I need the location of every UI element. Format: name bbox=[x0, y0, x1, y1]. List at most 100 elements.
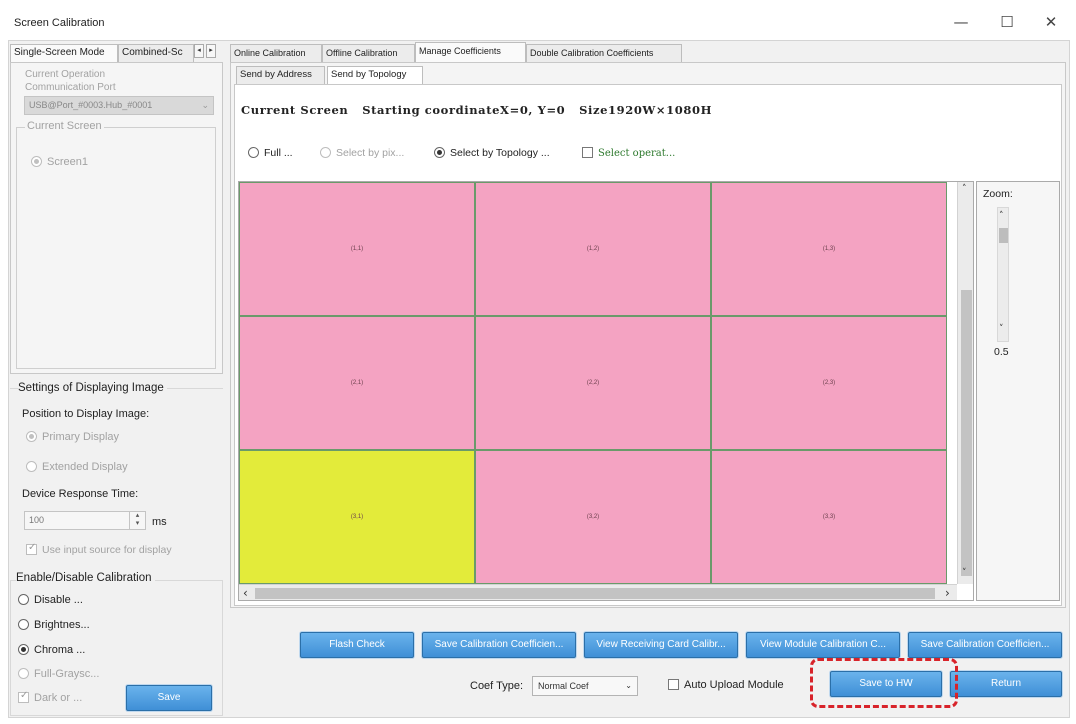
topology-cell[interactable]: (1,2) bbox=[475, 182, 711, 316]
save-button[interactable]: Save bbox=[126, 685, 212, 711]
spinner-arrows-icon[interactable]: ▴ ▾ bbox=[129, 512, 145, 529]
response-time-label: Device Response Time: bbox=[22, 488, 139, 500]
extended-display-radio[interactable] bbox=[26, 461, 37, 472]
tab-double-calibration-coefficients[interactable]: Double Calibration Coefficients bbox=[526, 44, 682, 62]
chevron-down-icon: ⌄ bbox=[625, 681, 632, 690]
select-by-topology-radio[interactable] bbox=[434, 147, 445, 158]
disable-radio[interactable] bbox=[18, 594, 29, 605]
scroll-up-icon[interactable]: ˄ bbox=[962, 184, 967, 194]
topology-cell-label: (1,3) bbox=[822, 246, 836, 252]
primary-display-option[interactable]: Primary Display bbox=[26, 431, 119, 443]
save-calibration-coefficients-2-button[interactable]: Save Calibration Coefficien... bbox=[908, 632, 1062, 658]
dark-or-option[interactable]: Dark or ... bbox=[18, 690, 82, 704]
chroma-radio[interactable] bbox=[18, 644, 29, 655]
select-by-pixel-label: Select by pix... bbox=[336, 147, 405, 159]
view-module-calibration-button[interactable]: View Module Calibration C... bbox=[746, 632, 900, 658]
current-screen-info: Current Screen Starting coordinateX=0, Y… bbox=[241, 103, 713, 117]
disable-option[interactable]: Disable ... bbox=[18, 594, 83, 606]
full-grayscale-label: Full-Graysc... bbox=[34, 668, 100, 680]
tab-offline-calibration[interactable]: Offline Calibration bbox=[322, 44, 415, 62]
select-operation-label: Select operat... bbox=[598, 148, 676, 159]
select-by-topology-option[interactable]: Select by Topology ... bbox=[434, 147, 550, 159]
topology-cell[interactable]: (3,3) bbox=[711, 450, 947, 584]
select-operation-checkbox[interactable] bbox=[582, 147, 593, 158]
primary-display-radio[interactable] bbox=[26, 431, 37, 442]
brightness-option[interactable]: Brightnes... bbox=[18, 619, 90, 631]
topology-cell-label: (3,2) bbox=[586, 514, 600, 520]
vertical-scrollbar[interactable]: ˄ ˅ bbox=[957, 182, 973, 584]
auto-upload-option[interactable]: Auto Upload Module bbox=[668, 679, 784, 691]
select-by-pixel-option[interactable]: Select by pix... bbox=[320, 147, 404, 159]
topology-cell[interactable]: (2,2) bbox=[475, 316, 711, 450]
screen1-option[interactable]: Screen1 bbox=[31, 156, 88, 168]
tab-single-screen-mode[interactable]: Single-Screen Mode bbox=[10, 44, 118, 62]
screen1-radio[interactable] bbox=[31, 156, 42, 167]
topology-cell[interactable]: (2,1) bbox=[239, 316, 475, 450]
select-by-pixel-radio[interactable] bbox=[320, 147, 331, 158]
minimize-icon[interactable]: — bbox=[946, 10, 976, 34]
topology-cell[interactable]: (3,1) bbox=[239, 450, 475, 584]
topology-cell-label: (1,2) bbox=[586, 246, 600, 252]
response-time-value: 100 bbox=[29, 515, 45, 525]
maximize-icon[interactable]: ☐ bbox=[992, 10, 1022, 34]
position-label: Position to Display Image: bbox=[22, 408, 150, 420]
topology-cell[interactable]: (3,2) bbox=[475, 450, 711, 584]
horizontal-scrollbar[interactable]: ‹ › bbox=[239, 584, 957, 600]
auto-upload-label: Auto Upload Module bbox=[684, 679, 784, 691]
zoom-slider-thumb[interactable] bbox=[999, 228, 1008, 243]
auto-upload-checkbox[interactable] bbox=[668, 679, 679, 690]
tab-scroll-left-icon[interactable]: ◂ bbox=[194, 44, 204, 58]
chevron-down-icon: ⌄ bbox=[201, 100, 209, 110]
flash-check-button[interactable]: Flash Check bbox=[300, 632, 414, 658]
brightness-radio[interactable] bbox=[18, 619, 29, 630]
tab-send-by-topology[interactable]: Send by Topology bbox=[327, 66, 423, 84]
current-operation-label: Current Operation bbox=[25, 69, 106, 80]
highlight-box bbox=[810, 658, 958, 708]
primary-display-label: Primary Display bbox=[42, 431, 120, 443]
coef-type-select[interactable]: Normal Coef ⌄ bbox=[532, 676, 638, 696]
full-grayscale-radio[interactable] bbox=[18, 668, 29, 679]
save-calibration-coefficients-button[interactable]: Save Calibration Coefficien... bbox=[422, 632, 576, 658]
use-input-source-checkbox[interactable] bbox=[26, 542, 37, 555]
zoom-panel: Zoom: ˄ ˅ 0.5 bbox=[976, 181, 1060, 601]
return-button[interactable]: Return bbox=[950, 671, 1062, 697]
topology-cell[interactable]: (1,1) bbox=[239, 182, 475, 316]
full-grayscale-option[interactable]: Full-Graysc... bbox=[18, 668, 99, 680]
response-time-spinner[interactable]: 100 ▴ ▾ bbox=[24, 511, 146, 530]
topology-cell[interactable]: (2,3) bbox=[711, 316, 947, 450]
scroll-left-icon[interactable]: ‹ bbox=[243, 586, 248, 600]
use-input-source-option[interactable]: Use input source for display bbox=[26, 542, 172, 556]
tab-combined-screen[interactable]: Combined-Sc bbox=[118, 44, 194, 62]
view-receiving-card-calibration-button[interactable]: View Receiving Card Calibr... bbox=[584, 632, 738, 658]
tab-scroll-right-icon[interactable]: ▸ bbox=[206, 44, 216, 58]
title-bar: Screen Calibration — ☐ ✕ bbox=[0, 0, 1076, 40]
screen1-label: Screen1 bbox=[47, 156, 88, 168]
tab-send-by-address[interactable]: Send by Address bbox=[236, 66, 325, 84]
topology-cell[interactable]: (1,3) bbox=[711, 182, 947, 316]
full-option[interactable]: Full ... bbox=[248, 147, 293, 159]
brightness-label: Brightnes... bbox=[34, 619, 90, 631]
zoom-down-icon[interactable]: ˅ bbox=[999, 324, 1004, 334]
horizontal-scroll-thumb[interactable] bbox=[255, 588, 935, 599]
topology-cell-label: (2,3) bbox=[822, 380, 836, 386]
vertical-scroll-thumb[interactable] bbox=[961, 290, 972, 576]
select-operation-option[interactable]: Select operat... bbox=[582, 147, 675, 159]
chroma-label: Chroma ... bbox=[34, 644, 86, 656]
zoom-up-icon[interactable]: ˄ bbox=[999, 211, 1004, 221]
use-input-source-label: Use input source for display bbox=[42, 544, 172, 556]
extended-display-option[interactable]: Extended Display bbox=[26, 461, 128, 473]
zoom-slider[interactable]: ˄ ˅ bbox=[997, 207, 1009, 342]
communication-port-select[interactable]: USB@Port_#0003.Hub_#0001 ⌄ bbox=[24, 96, 214, 115]
dark-or-checkbox[interactable] bbox=[18, 690, 29, 703]
close-icon[interactable]: ✕ bbox=[1036, 10, 1066, 34]
scroll-right-icon[interactable]: › bbox=[945, 586, 950, 600]
tab-manage-coefficients[interactable]: Manage Coefficients bbox=[415, 42, 526, 62]
full-radio[interactable] bbox=[248, 147, 259, 158]
coef-type-label: Coef Type: bbox=[470, 680, 523, 692]
topology-cell-label: (3,3) bbox=[822, 514, 836, 520]
tab-online-calibration[interactable]: Online Calibration bbox=[230, 44, 322, 62]
scroll-down-icon[interactable]: ˅ bbox=[962, 568, 967, 578]
topology-cell-label: (2,1) bbox=[350, 380, 364, 386]
chroma-option[interactable]: Chroma ... bbox=[18, 644, 85, 656]
zoom-value: 0.5 bbox=[994, 346, 1009, 358]
